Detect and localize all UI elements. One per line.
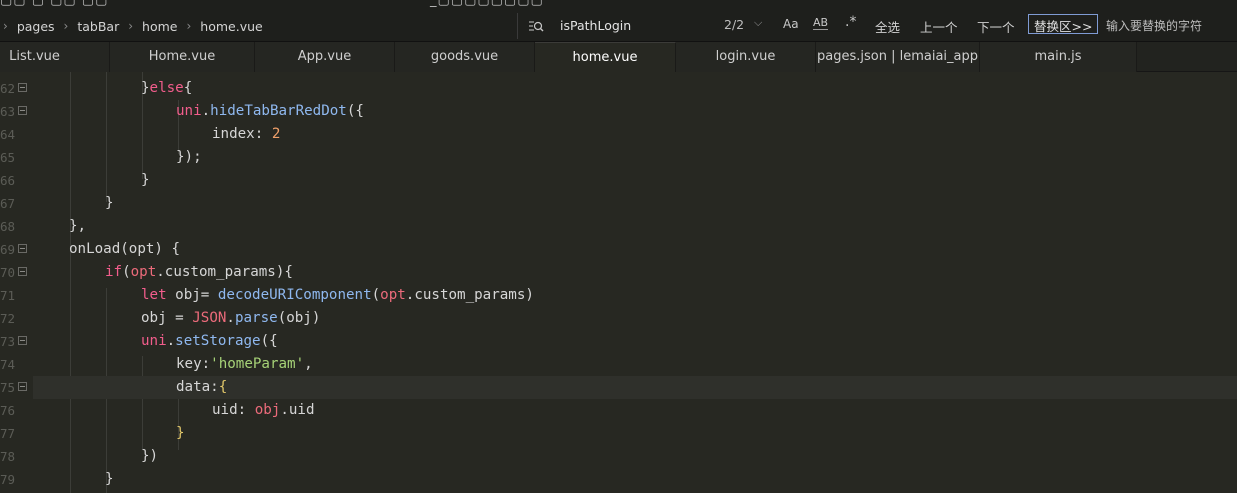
code-text: }) [141,448,159,464]
line-number: 75 [0,380,15,395]
fold-toggle-icon[interactable] [18,83,27,92]
code-text: onLoad(opt) { [69,241,181,257]
breadcrumb-item-pages[interactable]: pages [17,19,55,34]
regex-toggle[interactable]: .* [845,14,856,30]
code-line: 67 } [0,192,1237,215]
code-line: 68 }, [0,215,1237,238]
code-line: 66 } [0,169,1237,192]
find-bar: isPathLogin [517,13,717,39]
code-line: 64 index: 2 [0,123,1237,146]
code-text: let obj= decodeURIComponent(opt.custom_p… [141,287,534,303]
code-line: 74 key:'homeParam', [0,353,1237,376]
breadcrumb: › pages › tabBar › home › home.vue [0,17,263,35]
find-options-icon[interactable] [528,18,544,34]
top-bar: ▢▢ ▢ ▢▢ ▢▢ _▢▢▢▢▢▢▢▢ › pages › tabBar › … [0,0,1237,42]
line-number: 67 [0,196,15,211]
fold-toggle-icon[interactable] [18,244,27,253]
editor-tab-bar: List.vue Home.vue App.vue goods.vue home… [0,42,1237,73]
code-text: }); [176,149,202,165]
code-line: 72 obj = JSON.parse(obj) [0,307,1237,330]
replace-toggle-button[interactable]: 替换区>> [1028,14,1099,34]
tab-login-vue[interactable]: login.vue [676,42,816,72]
code-text: uid: obj.uid [212,402,315,418]
line-number: 68 [0,219,15,234]
code-line: 70 if(opt.custom_params){ [0,261,1237,284]
tab-pages-json[interactable]: pages.json | lemaiai_app [816,42,980,72]
breadcrumb-item-tabbar[interactable]: tabBar [77,19,119,34]
code-text: } [141,172,150,188]
tab-app-vue[interactable]: App.vue [255,42,395,72]
window-title-clipped: ▢▢ ▢ ▢▢ ▢▢ [0,0,109,8]
tab-home-vue-upper[interactable]: Home.vue [110,42,255,72]
line-number: 62 [0,81,15,96]
tab-home-vue[interactable]: home.vue [535,42,676,73]
find-input[interactable]: isPathLogin [560,18,631,33]
line-number: 72 [0,311,15,326]
code-text: uni.hideTabBarRedDot({ [176,103,364,119]
select-all-button[interactable]: 全选 [875,17,900,36]
match-count: 2/2 [724,17,745,32]
code-line-current: 75 data:{ [0,376,1237,399]
code-text: obj = JSON.parse(obj) [141,310,321,326]
tab-goods-vue[interactable]: goods.vue [395,42,535,72]
line-number: 74 [0,357,15,372]
code-line: 79 } [0,468,1237,491]
breadcrumb-chevron-icon: › [128,19,134,33]
breadcrumb-chevron-icon: › [186,19,192,33]
next-match-button[interactable]: 下一个 [977,17,1015,36]
line-number: 76 [0,403,15,418]
fold-toggle-icon[interactable] [18,106,27,115]
code-line: 63 uni.hideTabBarRedDot({ [0,100,1237,123]
fold-toggle-icon[interactable] [18,267,27,276]
code-text: index: 2 [212,126,281,142]
line-number: 77 [0,426,15,441]
fold-toggle-icon[interactable] [18,336,27,345]
code-text: } [176,425,185,441]
code-line: 65 }); [0,146,1237,169]
match-case-toggle[interactable]: Aa [783,17,799,31]
code-line: 78 }) [0,445,1237,468]
code-text: } [105,195,114,211]
breadcrumb-item-home-vue[interactable]: home.vue [200,19,262,34]
previous-match-button[interactable]: 上一个 [920,17,958,36]
whole-word-toggle[interactable]: AB [813,16,829,30]
code-line: 77 } [0,422,1237,445]
window-title-clipped-mid: _▢▢▢▢▢▢▢▢ [430,0,544,8]
line-number: 78 [0,449,15,464]
fold-toggle-icon[interactable] [18,382,27,391]
line-number: 66 [0,173,15,188]
code-line: 76 uid: obj.uid [0,399,1237,422]
code-text: key:'homeParam', [176,356,313,372]
replace-input[interactable]: 输入要替换的字符 [1106,17,1202,34]
tab-main-js[interactable]: main.js [980,42,1137,72]
breadcrumb-chevron-icon: › [3,19,8,33]
code-text: uni.setStorage({ [141,333,278,349]
line-number: 70 [0,265,15,280]
line-number: 69 [0,242,15,257]
line-number: 65 [0,150,15,165]
code-text: }, [69,218,87,234]
code-line: 62 }else{ [0,77,1237,100]
line-number: 64 [0,127,15,142]
line-number: 71 [0,288,15,303]
code-line: 69 onLoad(opt) { [0,238,1237,261]
code-text: } [105,471,114,487]
code-editor[interactable]: 62 }else{ 63 uni.hideTabBarRedDot({ 64 i… [0,72,1237,493]
line-number: 63 [0,104,15,119]
code-line: 73 uni.setStorage({ [0,330,1237,353]
line-number: 73 [0,334,15,349]
code-line: 71 let obj= decodeURIComponent(opt.custo… [0,284,1237,307]
chevron-down-icon[interactable]: ⌵ [754,16,762,30]
breadcrumb-chevron-icon: › [63,19,69,33]
breadcrumb-item-home[interactable]: home [142,19,177,34]
code-text: if(opt.custom_params){ [105,264,293,280]
tab-list-vue[interactable]: List.vue [0,42,110,72]
code-text: }else{ [141,80,193,96]
code-text: data:{ [176,379,228,395]
line-number: 79 [0,472,15,487]
